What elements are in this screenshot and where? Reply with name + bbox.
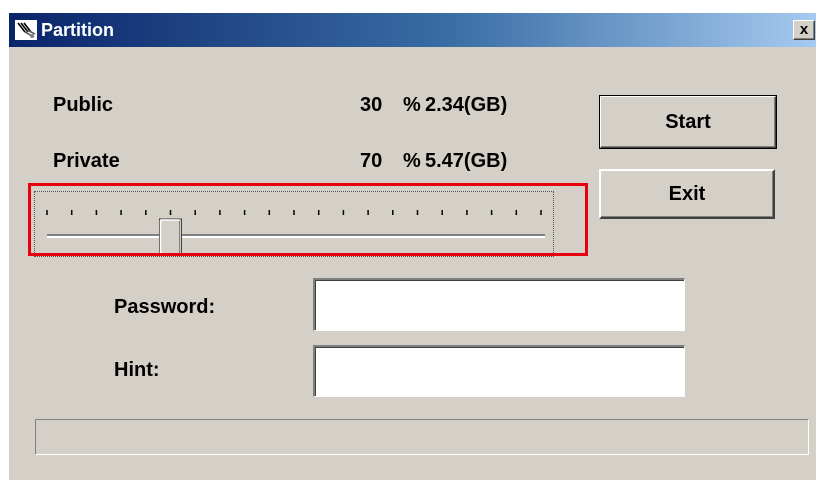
partition-app-icon — [15, 20, 37, 40]
start-button[interactable]: Start — [599, 95, 777, 149]
exit-button[interactable]: Exit — [599, 169, 775, 219]
close-icon: x — [799, 21, 809, 38]
status-bar — [35, 419, 809, 455]
private-size: 5.47(GB) — [425, 150, 508, 172]
close-button[interactable]: x — [793, 20, 815, 40]
window-title: Partition — [41, 20, 115, 40]
title-bar[interactable]: Partition x — [9, 13, 816, 47]
private-percent-sign: % — [403, 150, 421, 172]
slider-highlight-box — [28, 183, 588, 256]
public-size: 2.34(GB) — [425, 94, 508, 116]
hint-input[interactable] — [313, 345, 685, 397]
password-input[interactable] — [313, 278, 685, 331]
private-percent: 70 — [360, 150, 383, 172]
public-label: Public — [53, 94, 114, 116]
private-label: Private — [53, 150, 120, 172]
public-percent-sign: % — [403, 94, 421, 116]
partition-window: Partition x Public 30 % 2.34(GB) Private… — [8, 12, 816, 480]
public-percent: 30 — [360, 94, 383, 116]
password-label: Password: — [114, 296, 216, 318]
hint-label: Hint: — [114, 359, 160, 381]
